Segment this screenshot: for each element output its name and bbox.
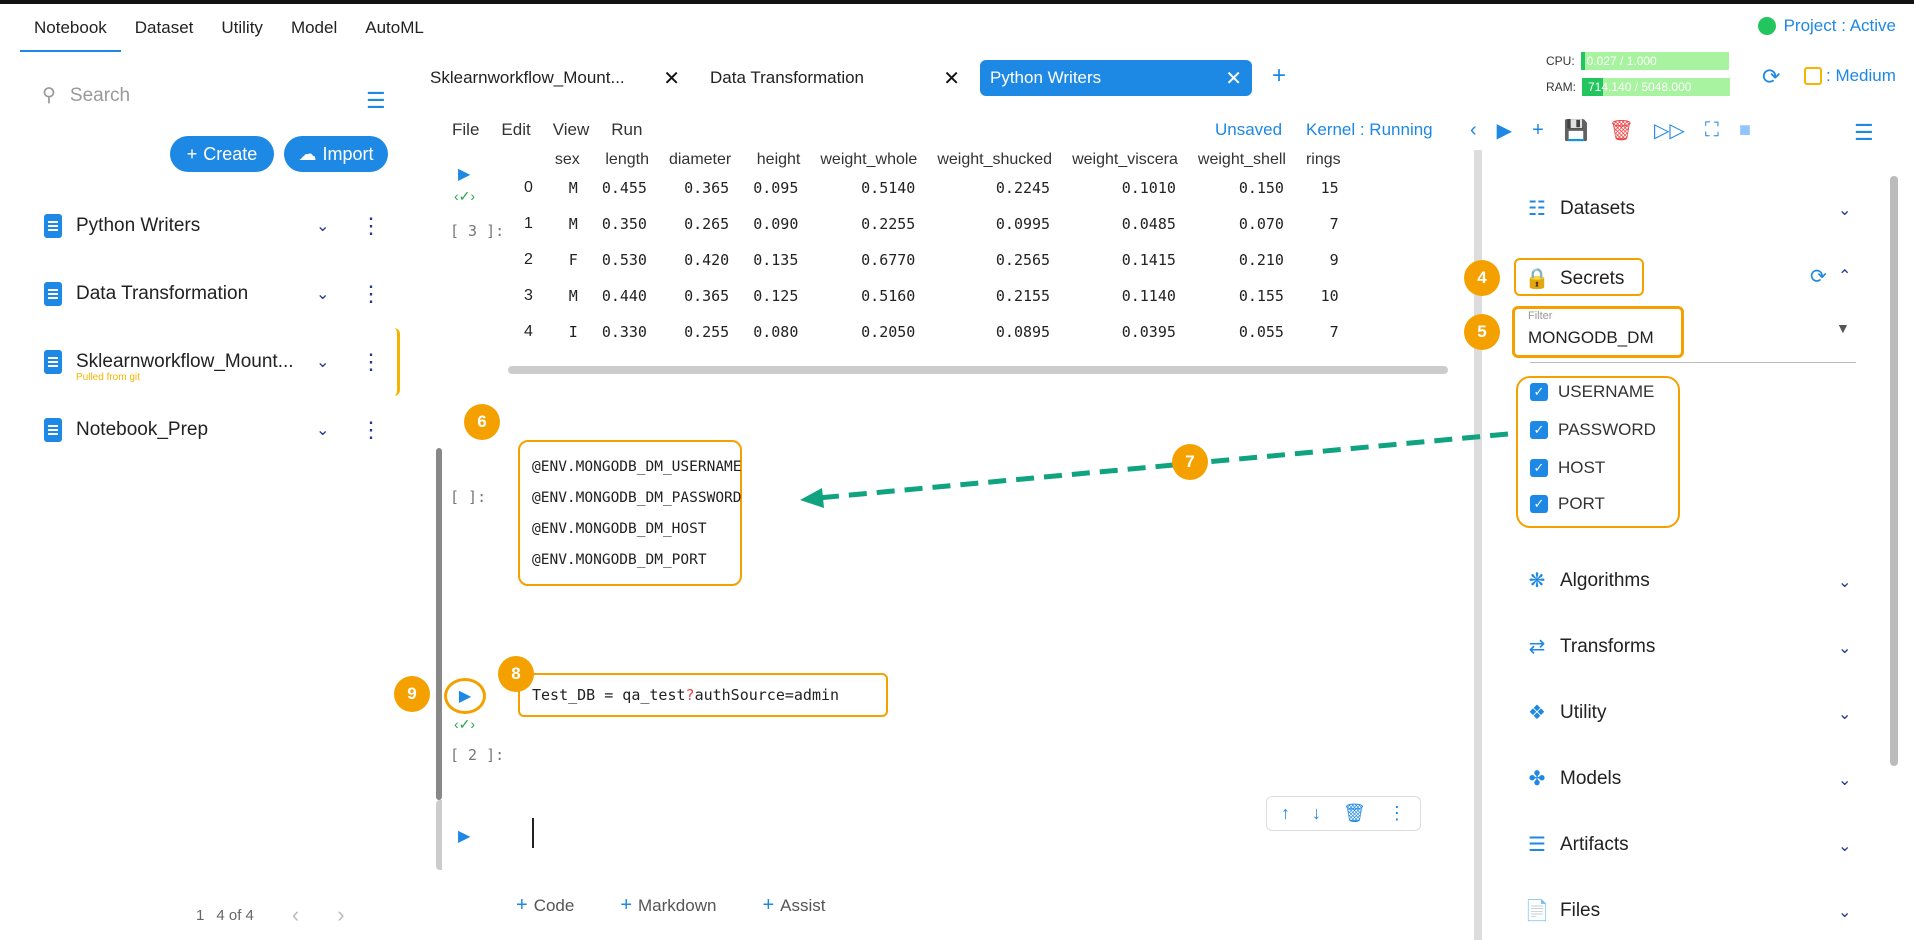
annotation-arrow bbox=[800, 431, 1509, 508]
callout-badge: 7 bbox=[1172, 444, 1208, 480]
arrow-line bbox=[817, 431, 1509, 501]
callout-badge: 4 bbox=[1464, 260, 1500, 296]
callout-badge: 8 bbox=[498, 656, 534, 692]
callout-badge: 9 bbox=[394, 676, 430, 712]
arrowhead-icon bbox=[800, 488, 824, 508]
callout-badge: 6 bbox=[464, 404, 500, 440]
callout-badge: 5 bbox=[1464, 314, 1500, 350]
